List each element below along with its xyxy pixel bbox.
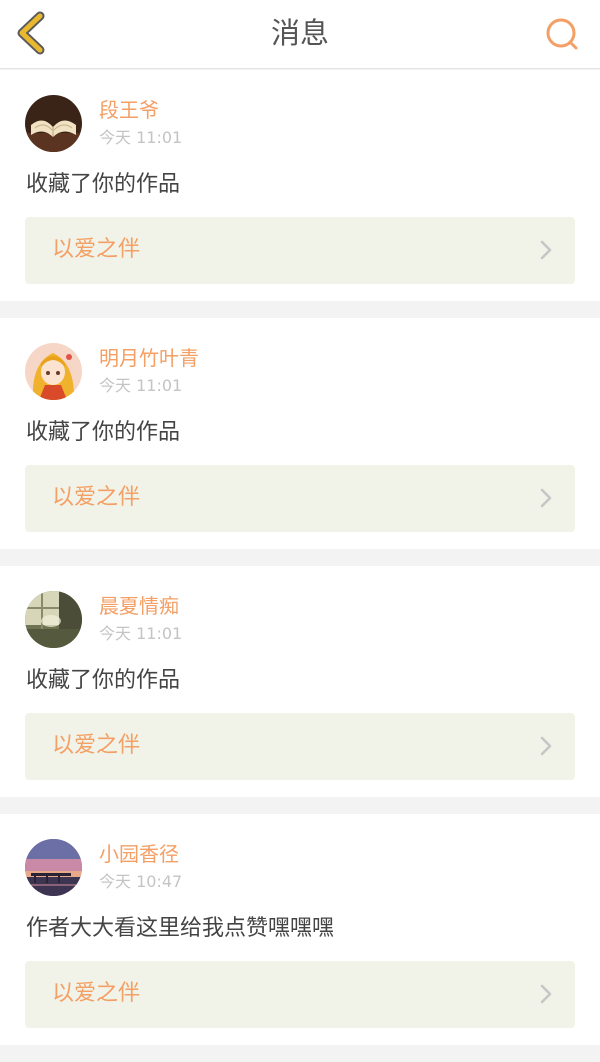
chevron-right-icon xyxy=(540,488,552,508)
top-bar: 消息 xyxy=(0,0,600,69)
work-title: 以爱之伴 xyxy=(52,981,141,1006)
username[interactable]: 段王爷 xyxy=(99,98,159,122)
chevron-right-icon xyxy=(540,984,552,1004)
message-text: 作者大大看这里给我点赞嘿嘿嘿 xyxy=(26,916,335,941)
user-avatar[interactable] xyxy=(25,95,82,152)
search-icon xyxy=(546,18,578,50)
message-list: 段王爷 今天 11:01 收藏了你的作品 以爱之伴 明月竹叶青 今天 11:01… xyxy=(0,70,600,1062)
message-text: 收藏了你的作品 xyxy=(26,668,181,693)
username[interactable]: 晨夏情痴 xyxy=(99,594,179,618)
page-title: 消息 xyxy=(270,16,329,50)
message-text: 收藏了你的作品 xyxy=(26,172,181,197)
username[interactable]: 明月竹叶青 xyxy=(99,346,199,370)
work-title: 以爱之伴 xyxy=(52,237,141,262)
timestamp: 今天 11:01 xyxy=(99,624,183,643)
user-avatar[interactable] xyxy=(25,591,82,648)
work-link-button[interactable]: 以爱之伴 xyxy=(25,217,575,284)
chevron-right-icon xyxy=(540,240,552,260)
open-book-avatar xyxy=(25,95,82,152)
message-card: 明月竹叶青 今天 11:01 收藏了你的作品 以爱之伴 xyxy=(0,318,600,549)
chevron-right-icon xyxy=(540,736,552,756)
search-button[interactable] xyxy=(542,14,582,54)
message-text: 收藏了你的作品 xyxy=(26,420,181,445)
work-link-button[interactable]: 以爱之伴 xyxy=(25,961,575,1028)
sunset-pier-avatar xyxy=(25,839,82,896)
work-title: 以爱之伴 xyxy=(52,485,141,510)
timestamp: 今天 11:01 xyxy=(99,376,183,395)
anime-girl-avatar xyxy=(25,343,82,400)
timestamp: 今天 10:47 xyxy=(99,872,183,891)
work-link-button[interactable]: 以爱之伴 xyxy=(25,465,575,532)
message-card: 段王爷 今天 11:01 收藏了你的作品 以爱之伴 xyxy=(0,70,600,301)
username[interactable]: 小园香径 xyxy=(99,842,179,866)
timestamp: 今天 11:01 xyxy=(99,128,183,147)
message-card: 小园香径 今天 10:47 作者大大看这里给我点赞嘿嘿嘿 以爱之伴 xyxy=(0,814,600,1045)
user-avatar[interactable] xyxy=(25,343,82,400)
message-card: 晨夏情痴 今天 11:01 收藏了你的作品 以爱之伴 xyxy=(0,566,600,797)
window-light-avatar xyxy=(25,591,82,648)
work-title: 以爱之伴 xyxy=(52,733,141,758)
user-avatar[interactable] xyxy=(25,839,82,896)
work-link-button[interactable]: 以爱之伴 xyxy=(25,713,575,780)
